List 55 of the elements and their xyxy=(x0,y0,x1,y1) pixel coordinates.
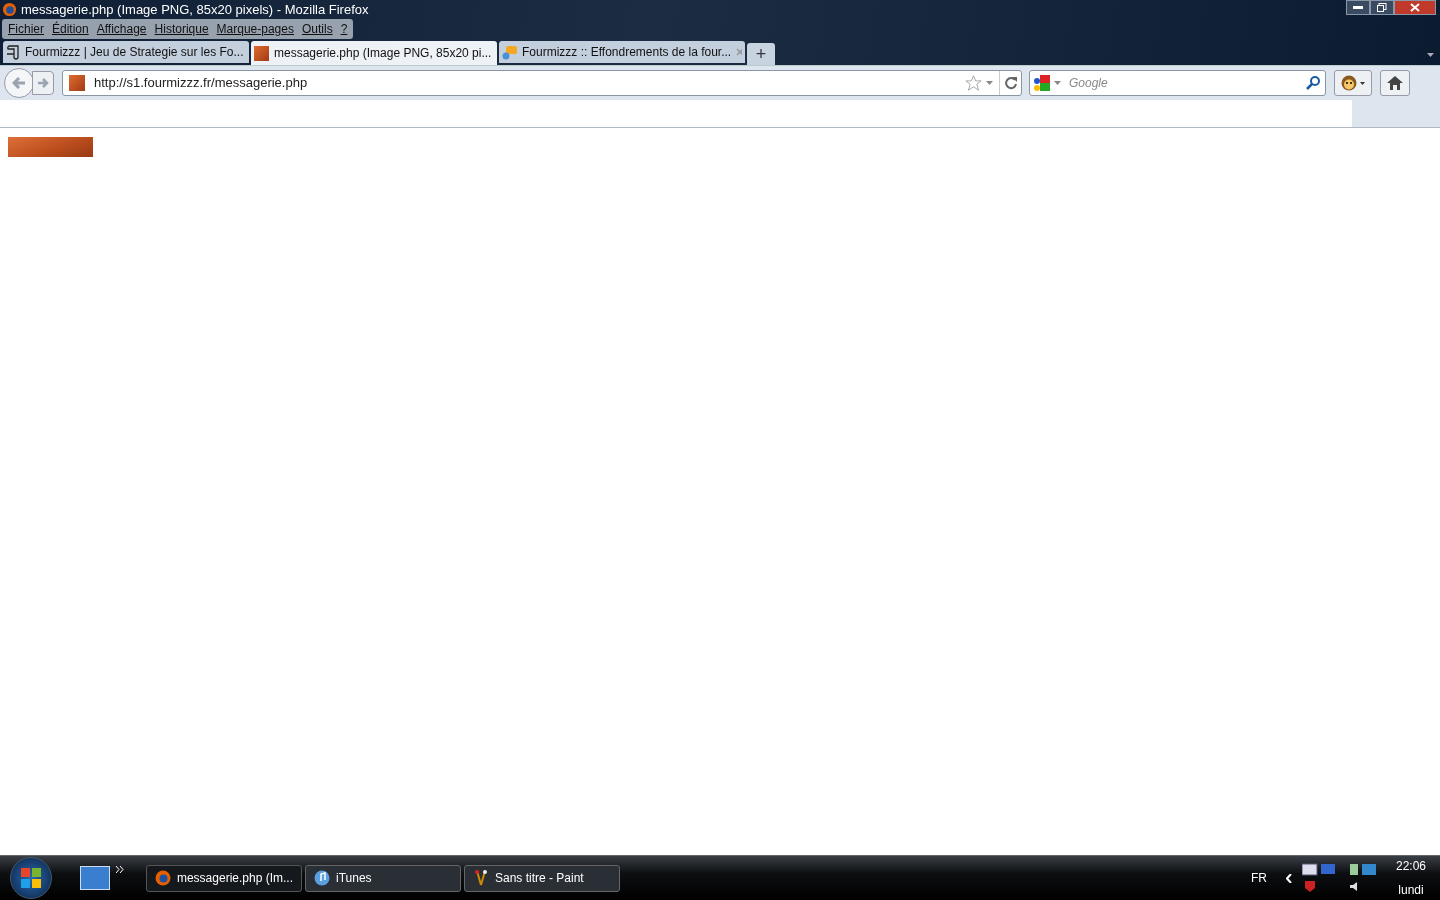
tab-list-arrow-icon xyxy=(1427,53,1434,57)
addon-button[interactable] xyxy=(1334,70,1372,96)
url-text: http://s1.fourmizzz.fr/messagerie.php xyxy=(94,74,309,93)
dropdown-arrow-icon xyxy=(1360,81,1365,85)
menu-item[interactable]: Édition xyxy=(48,20,93,38)
browser-tab[interactable]: Fourmizzz | Jeu de Strategie sur les Fo... xyxy=(3,41,249,63)
tab-title: Fourmizzz | Jeu de Strategie sur les Fo... xyxy=(25,44,244,61)
tab-title: messagerie.php (Image PNG, 85x20 pi... xyxy=(274,45,492,62)
chevron-left-icon[interactable] xyxy=(1285,873,1292,883)
browser-tab[interactable]: messagerie.php (Image PNG, 85x20 pi... xyxy=(251,41,497,65)
favicon-icon xyxy=(69,75,85,91)
windows-logo-icon xyxy=(21,868,41,888)
search-engine-logo-icon xyxy=(1034,75,1050,91)
home-icon xyxy=(1387,76,1403,90)
restore-button[interactable] xyxy=(1370,0,1394,15)
bookmark-star-icon[interactable] xyxy=(965,75,982,91)
taskbar-button[interactable]: Sans titre - Paint xyxy=(464,864,620,892)
menu-item[interactable]: Historique xyxy=(150,20,213,38)
window-title: messagerie.php (Image PNG, 85x20 pixels) - Mozilla Firefox xyxy=(21,0,369,19)
menu-item[interactable]: Fichier xyxy=(4,20,48,38)
dropdown-arrow-icon[interactable] xyxy=(986,81,993,85)
forward-arrow-icon xyxy=(37,78,49,88)
address-bar[interactable]: http://s1.fourmizzz.fr/messagerie.php xyxy=(62,70,1022,96)
menu-item[interactable]: ? xyxy=(336,20,352,38)
favicon-icon xyxy=(254,45,269,61)
chat-bubble-icon xyxy=(502,44,517,60)
language-indicator[interactable]: FR xyxy=(1250,869,1267,887)
monkey-face-icon xyxy=(1341,75,1357,91)
new-tab-button[interactable]: + xyxy=(747,43,775,65)
search-icon[interactable] xyxy=(1306,76,1320,90)
reload-icon xyxy=(1003,76,1018,90)
back-button[interactable] xyxy=(4,68,34,98)
start-button[interactable] xyxy=(10,857,52,899)
close-icon xyxy=(1410,3,1420,12)
menu-item[interactable]: Marque-pages xyxy=(212,20,298,38)
minimize-icon xyxy=(1353,6,1363,9)
search-field[interactable]: Google xyxy=(1069,74,1306,92)
close-button[interactable] xyxy=(1394,0,1436,15)
taskbar-button[interactable]: iTunes xyxy=(305,864,461,892)
paint-brushes-icon xyxy=(473,870,489,886)
search-bar[interactable]: Google xyxy=(1029,70,1326,96)
home-button[interactable] xyxy=(1380,70,1410,96)
restore-icon xyxy=(1377,3,1387,12)
dropdown-arrow-icon[interactable] xyxy=(1054,81,1061,85)
clock-time[interactable]: 22:06 xyxy=(1395,857,1426,875)
taskbar-button[interactable]: messagerie.php (Im... xyxy=(146,864,302,892)
show-desktop-icon[interactable] xyxy=(80,866,110,890)
back-arrow-icon xyxy=(12,77,26,89)
tab-title: Fourmizzz :: Effondrements de la four... xyxy=(522,44,732,61)
clock-day[interactable]: lundi xyxy=(1398,881,1424,899)
minimize-button[interactable] xyxy=(1346,0,1370,15)
browser-tab[interactable]: Fourmizzz :: Effondrements de la four... xyxy=(499,41,745,63)
menu-item[interactable]: Outils xyxy=(297,20,337,38)
chevron-icon[interactable] xyxy=(116,865,124,873)
menu-item[interactable]: Affichage xyxy=(92,20,151,38)
